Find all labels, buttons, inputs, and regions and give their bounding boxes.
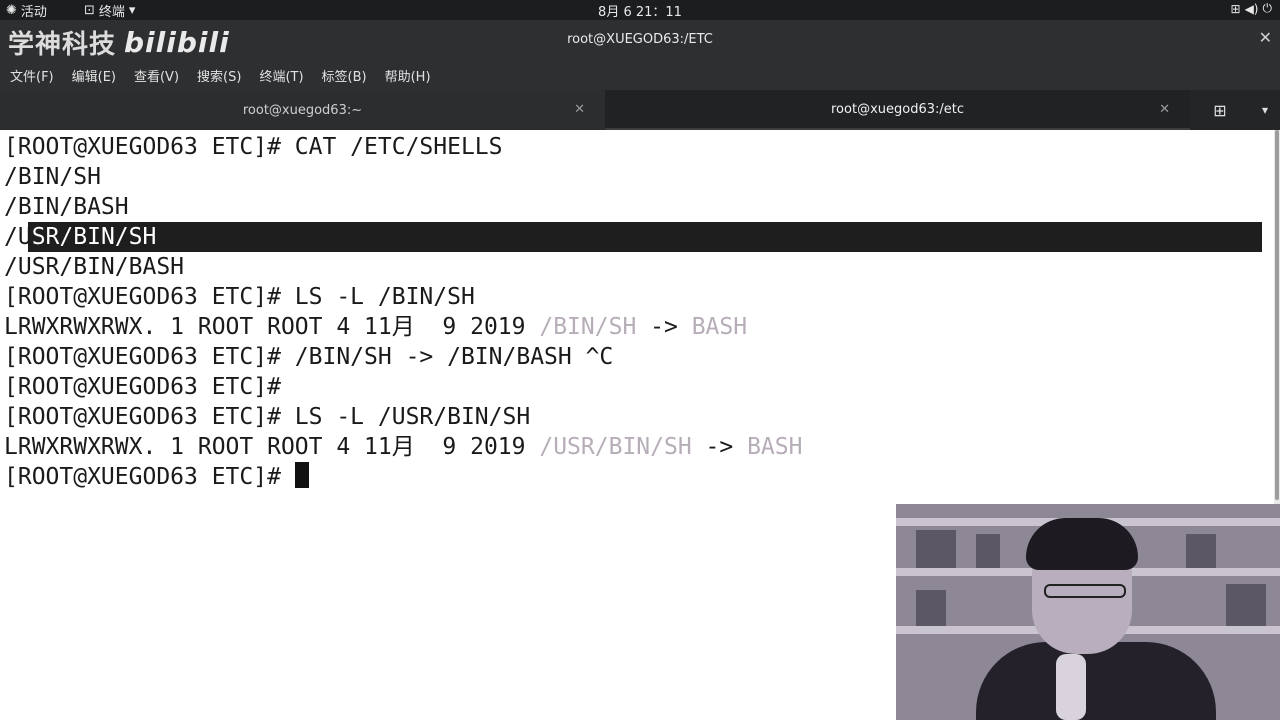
microphone bbox=[1056, 654, 1086, 720]
caret-down-icon: ▾ bbox=[128, 3, 136, 18]
terminal-line: /BIN/BASH bbox=[4, 194, 129, 220]
book-stack bbox=[916, 590, 946, 626]
symlink-path: /BIN/SH bbox=[539, 314, 637, 340]
terminal-line-selected: /USR/BIN/SH bbox=[4, 222, 157, 252]
menu-search[interactable]: 搜索(S) bbox=[197, 66, 241, 85]
selected-text: SR/BIN/SH bbox=[31, 224, 157, 250]
terminal-line: [ROOT@XUEGOD63 ETC]# CAT /ETC/SHELLS bbox=[4, 134, 503, 160]
app-menu-button[interactable]: ⊡ 终端 ▾ bbox=[84, 1, 135, 20]
symlink-arrow: -> bbox=[691, 434, 748, 460]
tab-home[interactable]: root@xuegod63:~ ✕ bbox=[0, 90, 605, 130]
activities-label: 活动 bbox=[20, 5, 47, 20]
activities-button[interactable]: ✺ 活动 bbox=[6, 1, 47, 20]
book-stack bbox=[1226, 584, 1266, 626]
menu-file[interactable]: 文件(F) bbox=[10, 66, 54, 85]
tab-bar: root@xuegod63:~ ✕ root@xuegod63:/etc ✕ ⊞… bbox=[0, 90, 1280, 130]
menu-bar: 文件(F) 编辑(E) 查看(V) 搜索(S) 终端(T) 标签(B) 帮助(H… bbox=[0, 60, 1280, 90]
close-icon[interactable]: ✕ bbox=[574, 102, 585, 117]
presenter-body bbox=[976, 642, 1216, 720]
chevron-down-icon: ▾ bbox=[1261, 103, 1269, 117]
tab-etc-active[interactable]: root@xuegod63:/etc ✕ bbox=[605, 90, 1190, 130]
close-icon[interactable]: ✕ bbox=[1159, 102, 1170, 117]
prompt: [ROOT@XUEGOD63 ETC]# bbox=[4, 464, 295, 490]
window-header-bar: 学神科技 bilibili root@XUEGOD63:/ETC ✕ bbox=[0, 20, 1280, 60]
text-cursor bbox=[294, 462, 309, 488]
symlink-arrow: -> bbox=[636, 314, 692, 340]
menu-edit[interactable]: 编辑(E) bbox=[72, 66, 116, 85]
new-tab-icon: ⊞ bbox=[1213, 100, 1227, 120]
new-tab-button[interactable]: ⊞ bbox=[1190, 90, 1250, 130]
symlink-path: /USR/BIN/SH bbox=[539, 434, 692, 460]
symlink-target: BASH bbox=[691, 314, 748, 340]
book-stack bbox=[976, 534, 1000, 568]
menu-help[interactable]: 帮助(H) bbox=[385, 66, 431, 85]
book-stack bbox=[1186, 534, 1216, 568]
terminal-line: [ROOT@XUEGOD63 ETC]# bbox=[4, 374, 281, 400]
power-icon: ⏻ bbox=[1262, 1, 1273, 15]
app-menu-label: 终端 bbox=[98, 5, 125, 20]
window-close-icon[interactable]: ✕ bbox=[1259, 28, 1272, 47]
terminal-prompt-line[interactable]: [ROOT@XUEGOD63 ETC]# bbox=[4, 462, 309, 492]
menu-tabs[interactable]: 标签(B) bbox=[322, 66, 367, 85]
book-stack bbox=[916, 530, 956, 568]
scrollbar-thumb[interactable] bbox=[1275, 130, 1279, 500]
gnome-foot-icon: ✺ bbox=[6, 3, 17, 18]
network-icon: ⊞ bbox=[1230, 1, 1241, 16]
terminal-line: /BIN/SH bbox=[4, 164, 101, 190]
terminal-line-ls: LRWXRWXRWX. 1 ROOT ROOT 4 11月 9 2019 /BI… bbox=[4, 312, 747, 342]
terminal-line: [ROOT@XUEGOD63 ETC]# LS -L /USR/BIN/SH bbox=[4, 404, 531, 430]
terminal-line: [ROOT@XUEGOD63 ETC]# /BIN/SH -> /BIN/BAS… bbox=[4, 344, 614, 370]
menu-terminal[interactable]: 终端(T) bbox=[259, 66, 303, 85]
terminal-line: /USR/BIN/BASH bbox=[4, 254, 185, 280]
selection-highlight bbox=[28, 222, 1262, 252]
terminal-line: [ROOT@XUEGOD63 ETC]# LS -L /BIN/SH bbox=[4, 284, 475, 310]
terminal-line-ls: LRWXRWXRWX. 1 ROOT ROOT 4 11月 9 2019 /US… bbox=[4, 432, 802, 462]
presenter-glasses bbox=[1044, 584, 1126, 598]
system-tray[interactable]: ⊞ ◀) ⏻ bbox=[1231, 1, 1272, 16]
presenter-hair bbox=[1026, 518, 1138, 570]
tab-list-button[interactable]: ▾ bbox=[1250, 90, 1280, 130]
line-prefix: /U bbox=[4, 224, 32, 250]
symlink-target: BASH bbox=[747, 434, 803, 460]
volume-icon: ◀) bbox=[1244, 1, 1259, 16]
tab-label: root@xuegod63:~ bbox=[242, 102, 363, 118]
terminal-app-icon: ⊡ bbox=[84, 3, 95, 18]
ls-meta: LRWXRWXRWX. 1 ROOT ROOT 4 11月 9 2019 bbox=[4, 434, 540, 460]
menu-view[interactable]: 查看(V) bbox=[134, 66, 179, 85]
ls-meta: LRWXRWXRWX. 1 ROOT ROOT 4 11月 9 2019 bbox=[4, 314, 540, 340]
tab-label: root@xuegod63:/etc bbox=[831, 101, 964, 117]
clock[interactable]: 8月 6 21：11 bbox=[0, 1, 1280, 20]
window-title: root@XUEGOD63:/ETC bbox=[567, 32, 713, 47]
gnome-top-bar: ✺ 活动 ⊡ 终端 ▾ 8月 6 21：11 ⊞ ◀) ⏻ bbox=[0, 0, 1280, 20]
webcam-overlay bbox=[896, 504, 1280, 720]
